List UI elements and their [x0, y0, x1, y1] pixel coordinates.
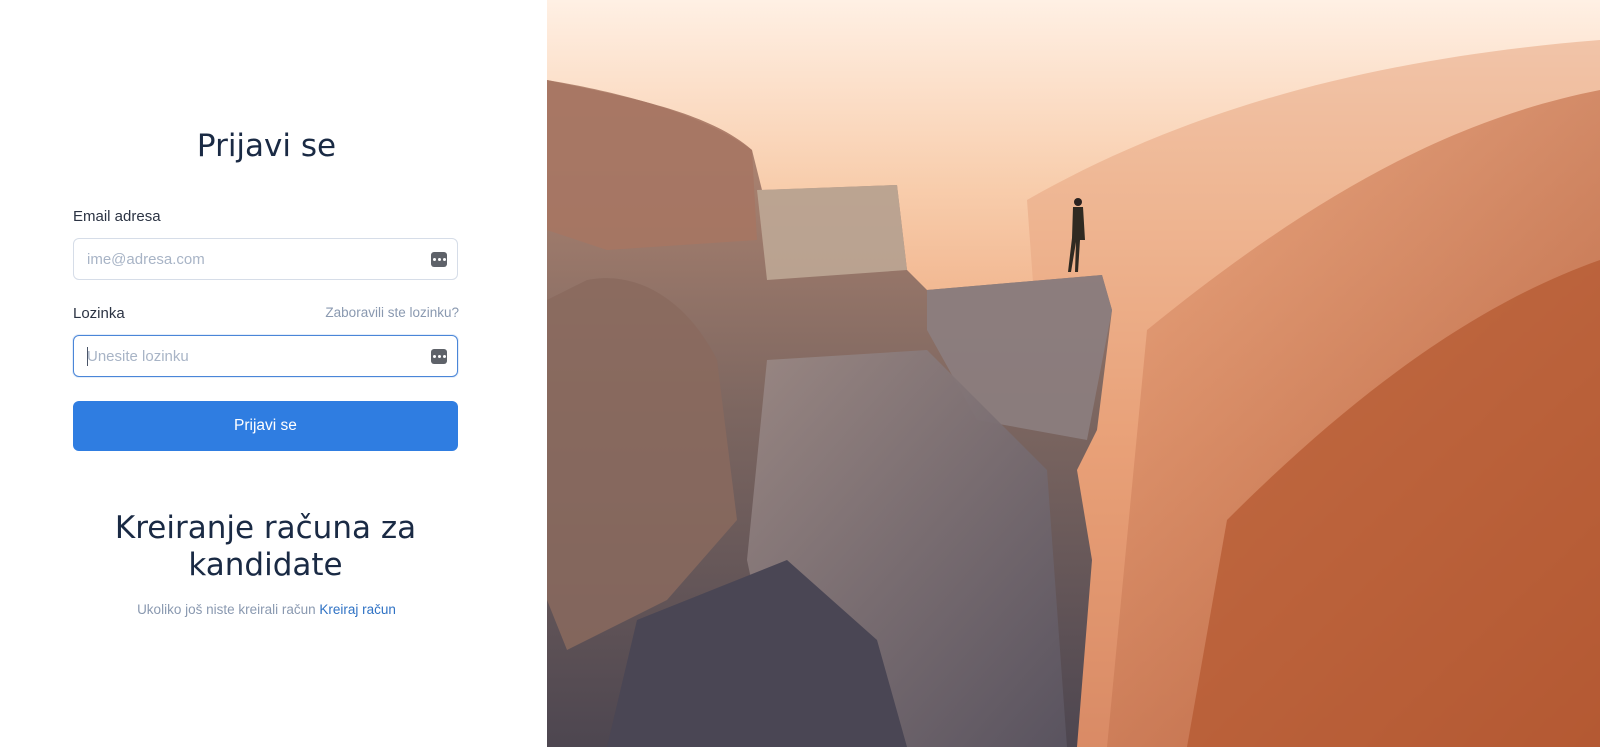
signup-helper: Ukoliko još niste kreirali račun Kreiraj… — [0, 602, 533, 617]
login-panel: Prijavi se Email adresa Lozinka Zaboravi… — [0, 0, 547, 747]
text-caret — [87, 347, 88, 366]
login-button[interactable]: Prijavi se — [73, 401, 458, 451]
email-field-wrapper — [73, 238, 458, 280]
password-input[interactable] — [87, 336, 407, 376]
password-manager-key-icon[interactable] — [431, 252, 447, 267]
cliff-landscape-illustration — [547, 0, 1600, 747]
password-label: Lozinka — [73, 305, 125, 322]
create-account-link[interactable]: Kreiraj račun — [319, 602, 396, 617]
hero-image — [547, 0, 1600, 747]
forgot-password-link[interactable]: Zaboravili ste lozinku? — [325, 305, 459, 320]
email-label: Email adresa — [73, 208, 161, 225]
page-title: Prijavi se — [196, 128, 337, 164]
email-input[interactable] — [87, 239, 407, 279]
password-manager-key-icon[interactable] — [431, 349, 447, 364]
password-field-wrapper — [73, 335, 458, 377]
signup-title: Kreiranje računa za kandidate — [114, 510, 417, 583]
signup-helper-text: Ukoliko još niste kreirali račun — [137, 602, 316, 617]
